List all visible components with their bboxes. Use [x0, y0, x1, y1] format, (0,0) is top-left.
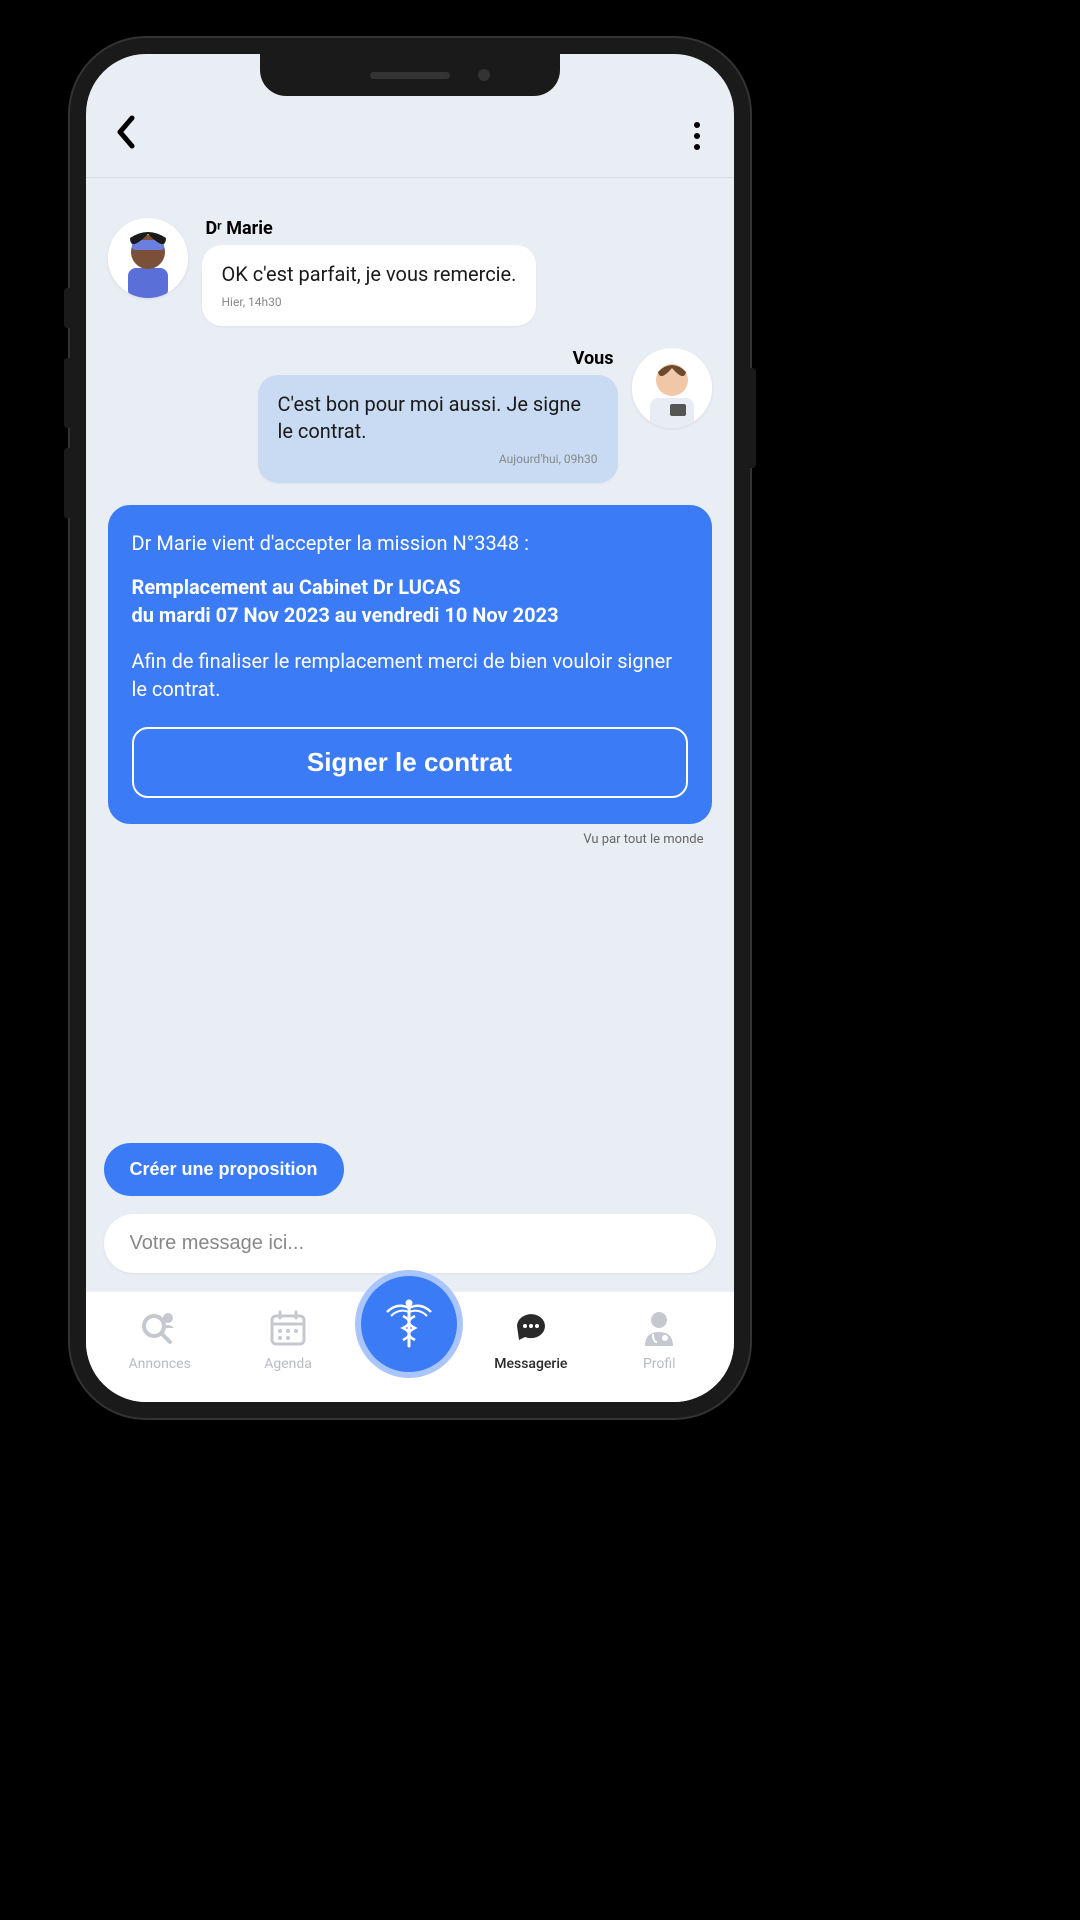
- message-timestamp: Hier, 14h30: [222, 294, 517, 310]
- sign-contract-button[interactable]: Signer le contrat: [132, 727, 688, 798]
- mission-title-line1: Remplacement au Cabinet Dr LUCAS: [132, 575, 461, 599]
- phone-volume-down: [64, 448, 70, 518]
- phone-mute-switch: [64, 288, 70, 328]
- message-content: Dʳ Marie OK c'est parfait, je vous remer…: [202, 218, 537, 326]
- chat-icon: [509, 1306, 553, 1350]
- more-options-button[interactable]: [688, 116, 706, 156]
- back-button[interactable]: [114, 114, 136, 157]
- phone-frame: Dʳ Marie OK c'est parfait, je vous remer…: [70, 38, 750, 1418]
- message-bubble: C'est bon pour moi aussi. Je signe le co…: [258, 375, 618, 483]
- tab-label: Agenda: [264, 1356, 312, 1372]
- center-action-button[interactable]: [361, 1276, 457, 1372]
- tab-label: Messagerie: [494, 1356, 567, 1372]
- mission-instructions: Afin de finaliser le remplacement merci …: [132, 647, 688, 703]
- phone-volume-up: [64, 358, 70, 428]
- doctor-profile-icon: [637, 1306, 681, 1350]
- phone-power-button: [750, 368, 756, 468]
- message-text: OK c'est parfait, je vous remercie.: [222, 261, 517, 288]
- message-text: C'est bon pour moi aussi. Je signe le co…: [278, 391, 598, 445]
- bottom-tab-bar: Annonces Agenda: [86, 1291, 734, 1402]
- caduceus-icon: [377, 1292, 441, 1356]
- read-receipt: Vu par tout le monde: [108, 832, 712, 847]
- system-mission-card: Dr Marie vient d'accepter la mission N°3…: [108, 505, 712, 824]
- message-input[interactable]: [130, 1232, 690, 1255]
- mission-title: Remplacement au Cabinet Dr LUCAS du mard…: [132, 573, 688, 629]
- speaker-grille: [370, 72, 450, 79]
- front-camera: [478, 69, 490, 81]
- chevron-left-icon: [114, 114, 136, 150]
- tab-messagerie[interactable]: Messagerie: [476, 1306, 586, 1372]
- tab-agenda[interactable]: Agenda: [233, 1306, 343, 1372]
- avatar-you[interactable]: [632, 348, 712, 428]
- avatar-dr-marie[interactable]: [108, 218, 188, 298]
- kebab-dot: [694, 144, 700, 150]
- message-timestamp: Aujourd'hui, 09h30: [278, 451, 598, 467]
- sender-name: Dʳ Marie: [202, 218, 537, 239]
- avatar-illustration: [108, 218, 188, 298]
- tab-annonces[interactable]: Annonces: [105, 1306, 215, 1372]
- mission-intro: Dr Marie vient d'accepter la mission N°3…: [132, 531, 688, 555]
- message-row-incoming: Dʳ Marie OK c'est parfait, je vous remer…: [108, 218, 712, 326]
- tab-label: Profil: [643, 1356, 676, 1372]
- sender-name: Vous: [573, 348, 618, 369]
- create-proposal-button[interactable]: Créer une proposition: [104, 1143, 344, 1196]
- notch: [260, 54, 560, 96]
- message-row-outgoing: Vous C'est bon pour moi aussi. Je signe …: [108, 348, 712, 483]
- message-bubble: OK c'est parfait, je vous remercie. Hier…: [202, 245, 537, 326]
- avatar-illustration: [632, 348, 712, 428]
- screen: Dʳ Marie OK c'est parfait, je vous remer…: [86, 54, 734, 1402]
- search-people-icon: [138, 1306, 182, 1350]
- tab-label: Annonces: [129, 1356, 191, 1372]
- compose-area: Créer une proposition: [86, 1133, 734, 1291]
- message-input-container[interactable]: [104, 1214, 716, 1273]
- kebab-dot: [694, 133, 700, 139]
- message-content: Vous C'est bon pour moi aussi. Je signe …: [258, 348, 618, 483]
- chat-messages[interactable]: Dʳ Marie OK c'est parfait, je vous remer…: [86, 178, 734, 1133]
- mission-title-line2: du mardi 07 Nov 2023 au vendredi 10 Nov …: [132, 603, 559, 627]
- kebab-dot: [694, 122, 700, 128]
- calendar-icon: [266, 1306, 310, 1350]
- tab-profil[interactable]: Profil: [604, 1306, 714, 1372]
